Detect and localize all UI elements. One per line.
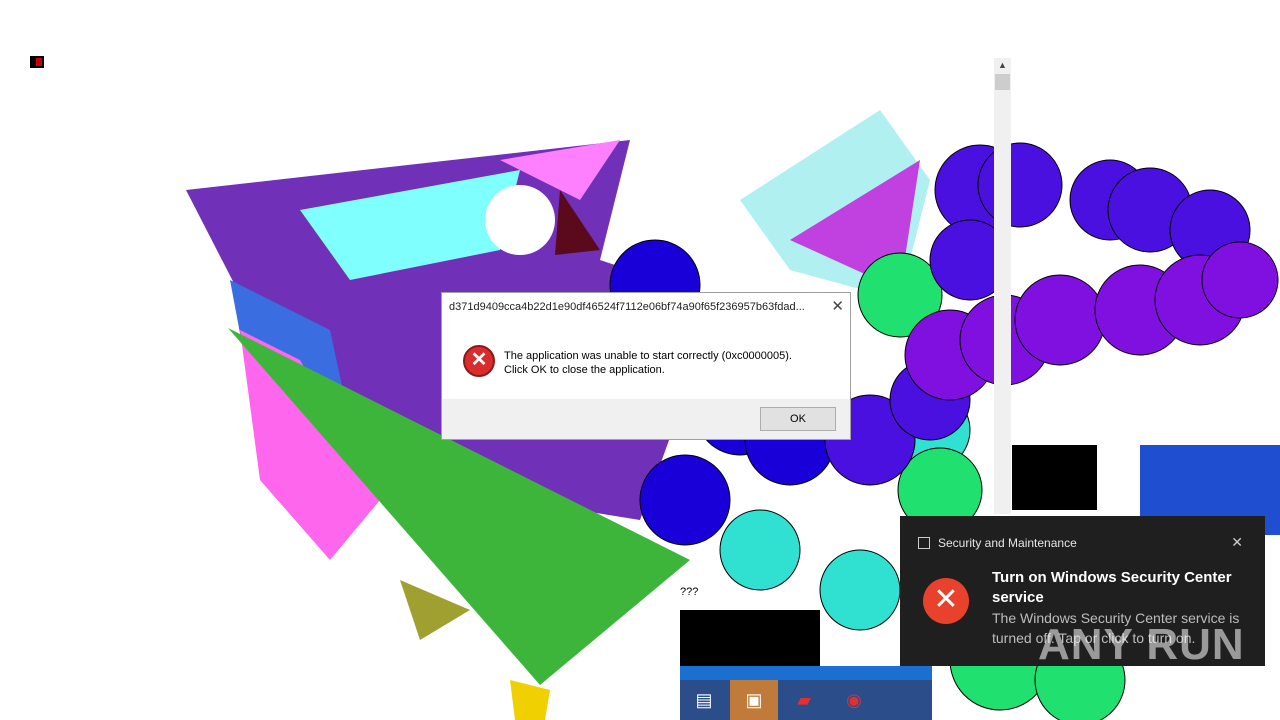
taskbar-explorer-button[interactable]: ▤ bbox=[680, 680, 728, 720]
desktop: ??? ▲ d371d9409cca4b22d1e90df46524f7112e… bbox=[0, 0, 1280, 720]
toast-header: Security and Maintenance bbox=[918, 536, 1077, 550]
app-icon: ◉ bbox=[846, 689, 862, 710]
anyrun-watermark: ANY RUN bbox=[1038, 620, 1245, 669]
security-maintenance-icon bbox=[918, 537, 930, 549]
toast-title: Turn on Windows Security Center service bbox=[992, 569, 1232, 606]
ok-button[interactable]: OK bbox=[760, 407, 836, 431]
toast-close-button[interactable]: ✕ bbox=[1231, 534, 1243, 551]
explorer-icon: ▤ bbox=[695, 689, 713, 710]
taskbar-window-button[interactable]: ▣ bbox=[730, 680, 778, 720]
stray-text: ??? bbox=[680, 586, 699, 598]
taskbar-media-button[interactable]: ▰ bbox=[780, 680, 828, 720]
toast-app-name: Security and Maintenance bbox=[938, 536, 1077, 550]
window-icon: ▣ bbox=[745, 689, 763, 710]
dialog-footer: OK bbox=[442, 399, 850, 439]
dialog-message-line1: The application was unable to start corr… bbox=[504, 350, 792, 362]
dialog-message-line2: Click OK to close the application. bbox=[504, 364, 665, 376]
dialog-close-button[interactable]: ✕ bbox=[831, 297, 844, 315]
taskbar-app-button[interactable]: ◉ bbox=[830, 680, 878, 720]
taskbar: ▤ ▣ ▰ ◉ bbox=[680, 680, 932, 720]
scroll-up-button[interactable]: ▲ bbox=[994, 58, 1011, 72]
dialog-message: The application was unable to start corr… bbox=[504, 349, 792, 377]
error-circle-icon: ✕ bbox=[923, 578, 969, 624]
media-icon: ▰ bbox=[797, 689, 811, 710]
error-x-icon: ✕ bbox=[463, 345, 495, 377]
scroll-thumb[interactable] bbox=[995, 74, 1010, 90]
error-dialog: d371d9409cca4b22d1e90df46524f7112e06bf74… bbox=[441, 292, 851, 440]
scrollbar[interactable]: ▲ bbox=[994, 58, 1011, 514]
dialog-title: d371d9409cca4b22d1e90df46524f7112e06bf74… bbox=[449, 301, 805, 313]
